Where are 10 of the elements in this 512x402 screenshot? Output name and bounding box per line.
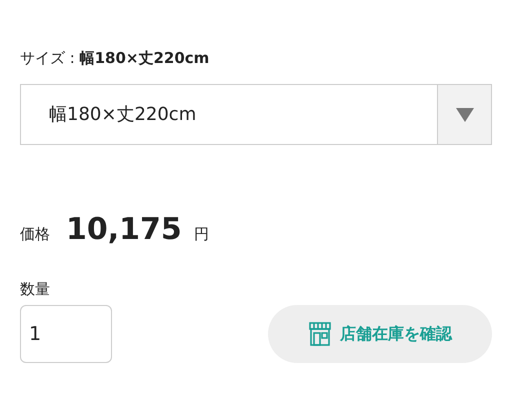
select-value: 幅180×丈220cm (48, 103, 198, 127)
size-label: サイズ : 幅180×丈220cm (20, 48, 210, 69)
dropdown-caret-icon (456, 108, 474, 122)
price-label: 価格 (20, 224, 50, 245)
store-icon (308, 320, 332, 346)
size-select[interactable]: 幅180×丈220cm (20, 84, 492, 145)
price-unit: 円 (194, 224, 209, 245)
quantity-label: 数量 (20, 279, 50, 300)
price-amount: 10,175 (66, 211, 182, 249)
quantity-field[interactable]: 1 (20, 304, 112, 362)
